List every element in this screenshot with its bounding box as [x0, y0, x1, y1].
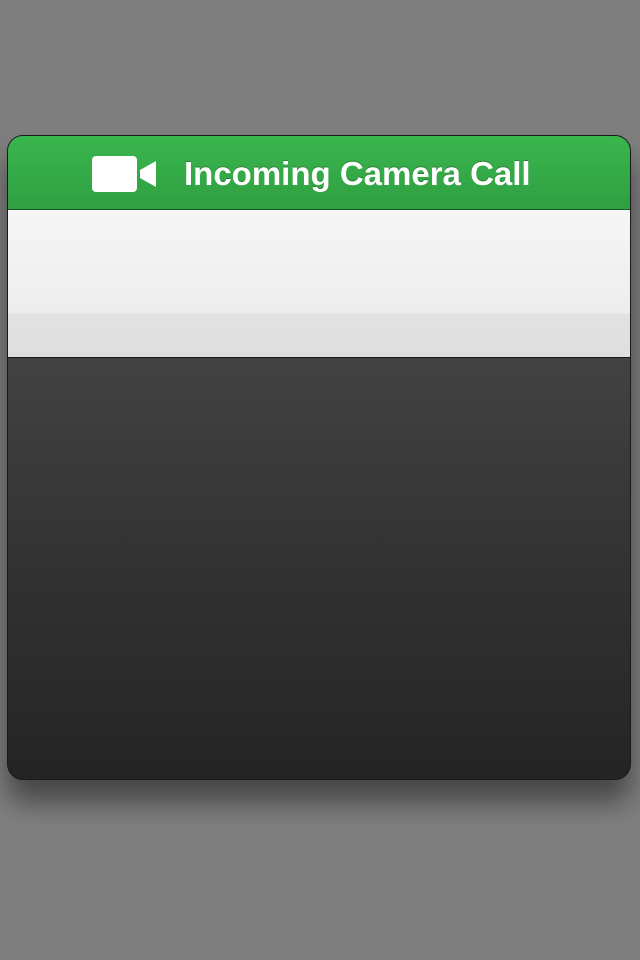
call-title: Incoming Camera Call — [184, 155, 531, 192]
camera-preview-area — [8, 358, 630, 779]
video-camera-icon — [92, 156, 158, 192]
caller-info-area — [8, 210, 630, 358]
call-header: Incoming Camera Call — [8, 136, 630, 210]
incoming-call-panel: Incoming Camera Call — [7, 135, 631, 780]
